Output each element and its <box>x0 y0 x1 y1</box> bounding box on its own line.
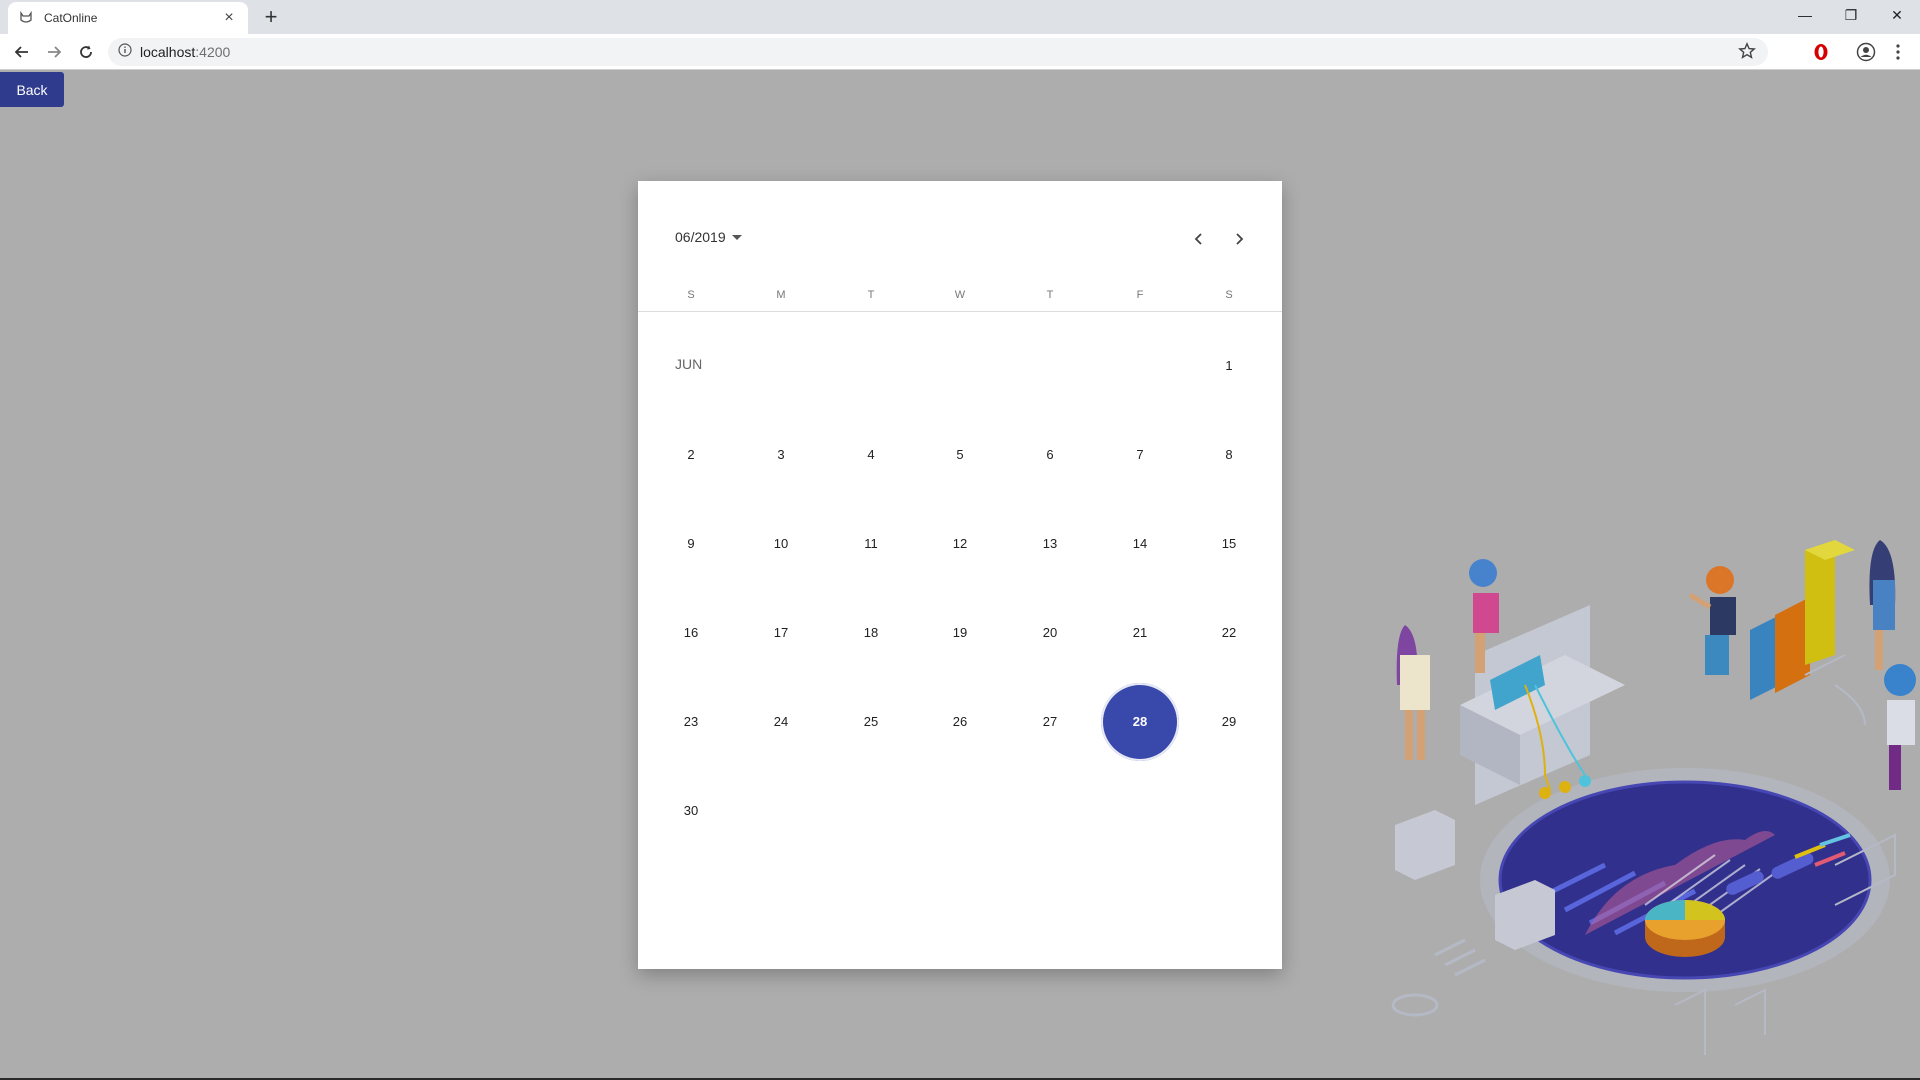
day-cell[interactable]: 25 <box>851 712 891 732</box>
browser-toolbar: localhost:4200 <box>0 34 1920 70</box>
day-cell[interactable]: 19 <box>940 623 980 643</box>
day-cell[interactable]: 11 <box>851 534 891 554</box>
day-cell[interactable]: 22 <box>1209 623 1249 643</box>
weekday-label: T <box>1046 289 1054 301</box>
day-cell[interactable]: 1 <box>1209 356 1249 376</box>
day-cell[interactable]: 13 <box>1030 534 1070 554</box>
day-cell[interactable]: 7 <box>1120 445 1160 465</box>
weekday-label: S <box>687 289 695 301</box>
day-cell[interactable]: 30 <box>671 801 711 821</box>
opera-extension-icon[interactable] <box>1809 40 1833 64</box>
day-cell[interactable]: 10 <box>761 534 801 554</box>
period-button[interactable]: 06/2019 <box>675 229 742 245</box>
month-label: JUN <box>675 356 703 372</box>
day-cell[interactable]: 3 <box>761 445 801 465</box>
day-cell[interactable]: 24 <box>761 712 801 732</box>
day-cell[interactable]: 9 <box>671 534 711 554</box>
close-window-button[interactable]: ✕ <box>1874 0 1920 30</box>
reload-icon[interactable] <box>74 40 98 64</box>
day-cell[interactable]: 21 <box>1120 623 1160 643</box>
url-host: localhost <box>140 44 196 60</box>
day-cell[interactable]: 14 <box>1120 534 1160 554</box>
day-cell[interactable]: 5 <box>940 445 980 465</box>
day-cell[interactable]: 2 <box>671 445 711 465</box>
weekday-header: S M T W T F S <box>638 289 1282 303</box>
weekday-label: M <box>776 289 786 301</box>
cat-favicon-icon <box>18 10 34 26</box>
weekday-label: W <box>954 289 966 301</box>
day-cell[interactable]: 8 <box>1209 445 1249 465</box>
restore-button[interactable]: ❐ <box>1828 0 1874 30</box>
minimize-button[interactable]: — <box>1782 0 1828 30</box>
day-cell[interactable]: 6 <box>1030 445 1070 465</box>
tab-close-icon[interactable]: × <box>220 9 238 27</box>
calendar-dialog: 06/2019 S M T W T F S JUN 1 2 3 4 5 6 7 … <box>638 181 1282 969</box>
weekday-label: T <box>867 289 875 301</box>
url-text: localhost:4200 <box>140 44 230 60</box>
day-cell[interactable]: 20 <box>1030 623 1070 643</box>
browser-tabstrip: CatOnline × + — ❐ ✕ <box>0 0 1920 34</box>
day-cell[interactable]: 29 <box>1209 712 1249 732</box>
day-cell-selected[interactable]: 28 <box>1101 683 1179 761</box>
chevron-left-icon <box>1194 233 1202 245</box>
menu-kebab-icon[interactable] <box>1886 40 1910 64</box>
browser-tab[interactable]: CatOnline × <box>8 2 248 34</box>
address-bar[interactable]: localhost:4200 <box>108 38 1768 66</box>
caret-down-icon <box>731 234 742 240</box>
bookmark-star-icon[interactable] <box>1738 42 1756 65</box>
back-arrow-icon[interactable] <box>10 40 34 64</box>
chevron-right-icon <box>1236 233 1244 245</box>
weekday-label: F <box>1136 289 1144 301</box>
previous-month-button[interactable] <box>1185 225 1213 253</box>
day-cell[interactable]: 23 <box>671 712 711 732</box>
day-cell[interactable]: 16 <box>671 623 711 643</box>
back-button[interactable]: Back <box>0 72 64 107</box>
tab-title: CatOnline <box>44 11 98 25</box>
account-icon[interactable] <box>1854 40 1878 64</box>
period-label: 06/2019 <box>675 229 726 245</box>
new-tab-button[interactable]: + <box>258 4 284 30</box>
day-cell[interactable]: 15 <box>1209 534 1249 554</box>
day-cell[interactable]: 12 <box>940 534 980 554</box>
isometric-illustration <box>1391 540 1916 1055</box>
day-cell[interactable]: 4 <box>851 445 891 465</box>
day-cell[interactable]: 27 <box>1030 712 1070 732</box>
header-divider <box>638 311 1282 312</box>
info-icon[interactable] <box>118 42 132 62</box>
next-month-button[interactable] <box>1225 225 1253 253</box>
day-cell[interactable]: 18 <box>851 623 891 643</box>
day-cell[interactable]: 17 <box>761 623 801 643</box>
url-port: :4200 <box>195 44 231 60</box>
calendar-header: 06/2019 <box>638 181 1282 301</box>
day-cell[interactable]: 26 <box>940 712 980 732</box>
window-controls: — ❐ ✕ <box>1782 0 1920 30</box>
weekday-label: S <box>1225 289 1233 301</box>
forward-arrow-icon[interactable] <box>42 40 66 64</box>
